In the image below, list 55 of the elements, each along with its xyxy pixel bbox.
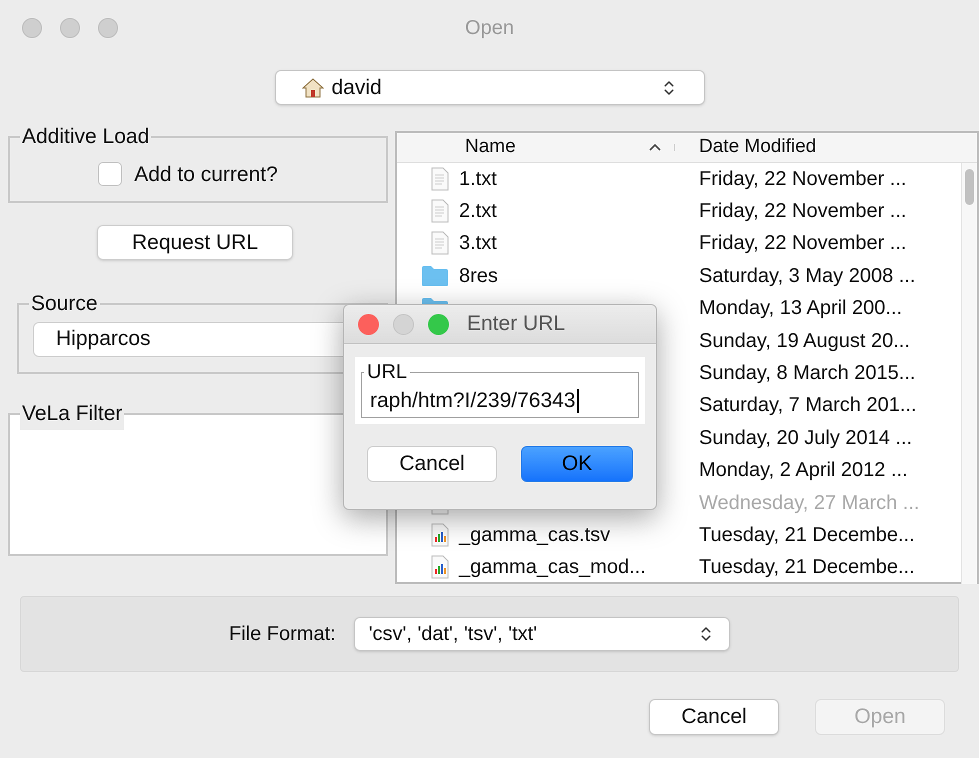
file-row[interactable]: 2.txt Friday, 22 November ...: [397, 194, 961, 228]
date-modified: Tuesday, 21 Decembe...: [699, 555, 915, 580]
dialog-button[interactable]: Cancel: [367, 446, 497, 482]
window-title: Open: [465, 16, 514, 41]
date-modified: Sunday, 20 July 2014 ...: [699, 426, 912, 451]
file-row[interactable]: 8res Saturday, 3 May 2008 ...: [397, 260, 961, 292]
date-modified: Friday, 22 November ...: [699, 199, 906, 224]
request-url-button[interactable]: Request URL: [97, 225, 293, 260]
column-heading[interactable]: Name: [465, 133, 635, 162]
date-modified: Wednesday, 27 March ...: [699, 490, 920, 516]
zoom-window-icon[interactable]: [98, 18, 118, 38]
document-icon: [431, 199, 449, 224]
date-modified: Saturday, 3 May 2008 ...: [699, 264, 916, 289]
file-format-dropdown[interactable]: 'csv', 'dat', 'tsv', 'txt': [354, 617, 730, 651]
folder-icon: [421, 264, 449, 287]
file-name: _gamma_cas.tsv: [459, 522, 612, 548]
file-name: _gamma_cas_mod...: [459, 555, 647, 580]
date-modified: Monday, 13 April 200...: [699, 296, 902, 322]
date-modified: Friday, 22 November ...: [699, 231, 906, 256]
close-window-icon[interactable]: [358, 314, 379, 334]
document-icon: [431, 231, 449, 256]
url-field[interactable]: raph/htm?I/239/76343: [370, 387, 630, 415]
group-title: Additive Load: [21, 124, 150, 150]
minimize-window-icon[interactable]: [393, 314, 414, 334]
group-title: Source: [30, 291, 99, 317]
file-row[interactable]: _gamma_cas_mod... Tuesday, 21 Decembe...: [397, 551, 961, 584]
file-name: 8res: [459, 264, 499, 289]
file-name: 1.txt: [459, 166, 498, 192]
scrollbar[interactable]: [961, 162, 977, 584]
field-label: URL: [366, 360, 408, 385]
home-icon: [302, 78, 324, 98]
zoom-window-icon[interactable]: [428, 314, 449, 334]
file-row[interactable]: 3.txt Friday, 22 November ...: [397, 227, 961, 260]
file-name: 2.txt: [459, 199, 498, 224]
file-row[interactable]: 1.txt Friday, 22 November ...: [397, 162, 961, 195]
date-modified: Sunday, 19 August 20...: [699, 328, 910, 354]
chart-file-icon: [431, 555, 449, 580]
close-window-icon[interactable]: [22, 18, 42, 38]
dialog-title: Enter URL: [467, 311, 566, 338]
location-dropdown[interactable]: david: [274, 70, 704, 105]
dialog-button[interactable]: OK: [521, 446, 633, 482]
minimize-window-icon[interactable]: [60, 18, 80, 38]
column-heading[interactable]: Date Modified: [699, 133, 816, 162]
checkbox[interactable]: [98, 162, 122, 186]
file-name: 3.txt: [459, 231, 498, 256]
dialog-button[interactable]: Cancel: [649, 699, 779, 735]
file-row[interactable]: _gamma_cas.tsv Tuesday, 21 Decembe...: [397, 518, 961, 552]
document-icon: [431, 166, 449, 191]
scrollbar-thumb[interactable]: [965, 168, 974, 204]
file-format-label: File Format:: [229, 622, 336, 647]
text-cursor: [576, 389, 578, 413]
date-modified: Friday, 22 November ...: [699, 166, 906, 192]
checkbox-label: Add to current?: [134, 162, 278, 188]
date-modified: Tuesday, 21 Decembe...: [699, 522, 915, 548]
chart-file-icon: [431, 522, 449, 547]
